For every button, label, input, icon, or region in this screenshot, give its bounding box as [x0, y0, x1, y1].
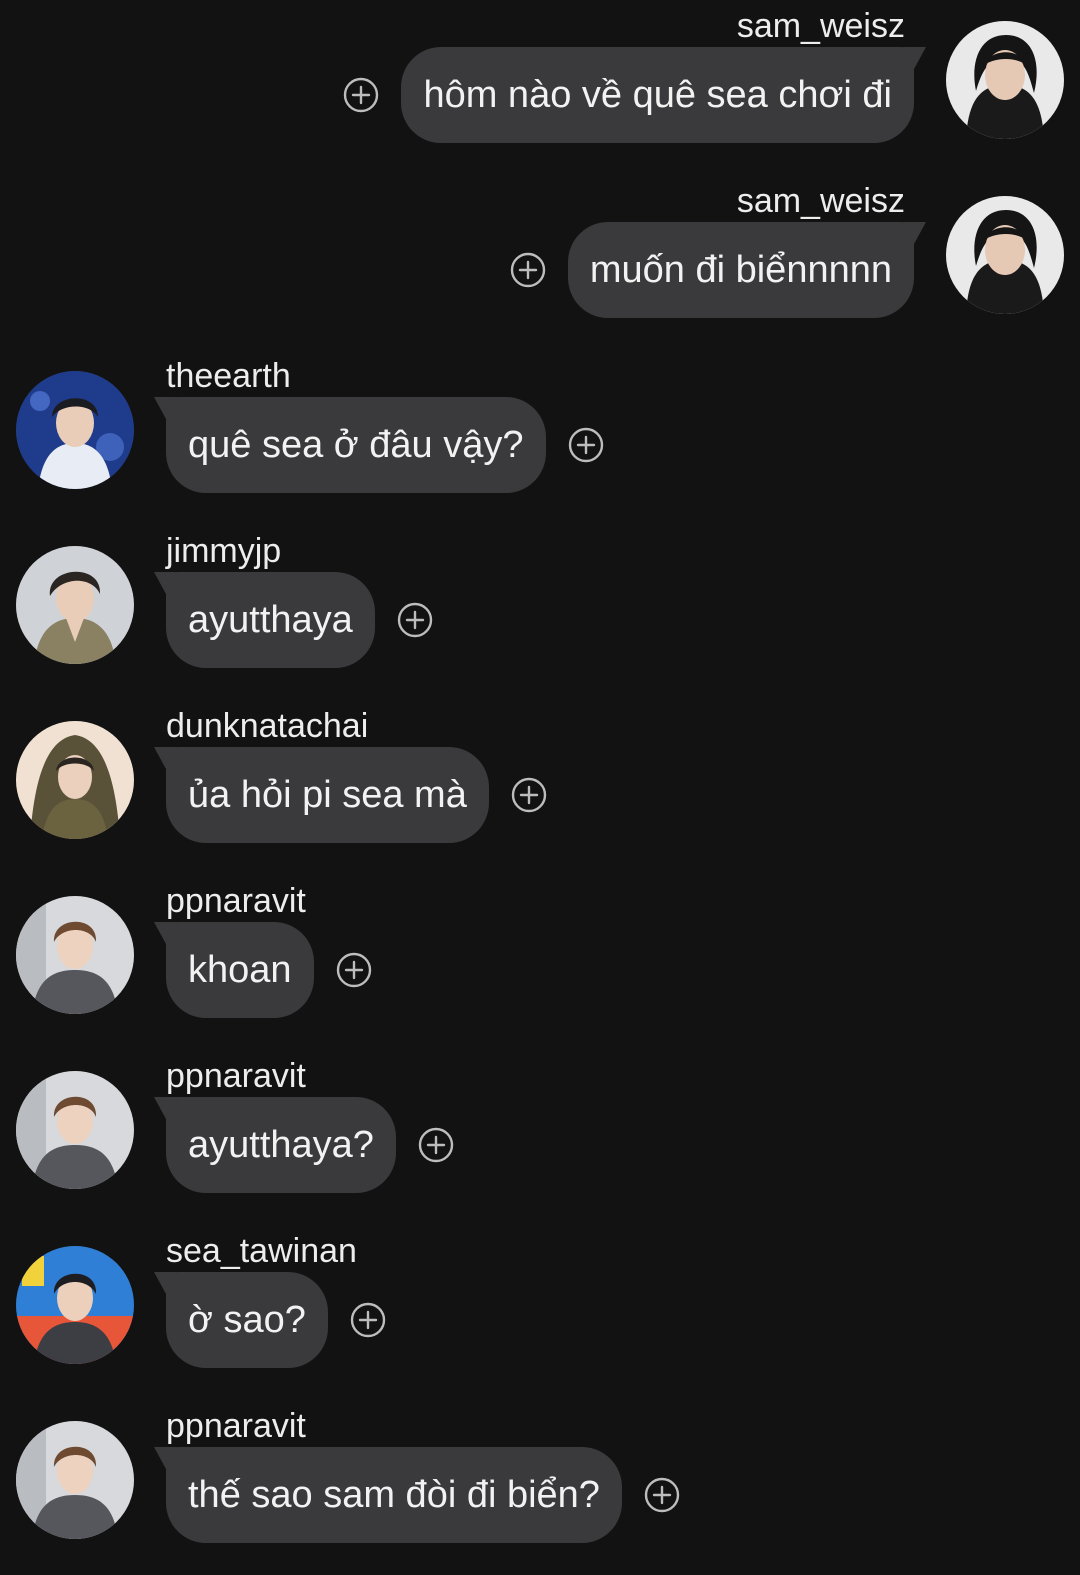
bubble-tail: [154, 572, 176, 594]
message-bubble[interactable]: quê sea ở đâu vậy?: [154, 397, 546, 493]
message-bubble[interactable]: ủa hỏi pi sea mà: [154, 747, 489, 843]
add-reaction-icon[interactable]: [336, 952, 372, 988]
avatar-image: [16, 721, 134, 839]
avatar-image: [16, 1071, 134, 1189]
avatar-image: [16, 371, 134, 489]
message-bubble[interactable]: ayutthaya: [154, 572, 375, 668]
avatar-image: [946, 21, 1064, 139]
avatar[interactable]: [16, 721, 134, 839]
avatar[interactable]: [946, 21, 1064, 139]
message-text: ờ sao?: [188, 1299, 306, 1341]
message-bubble[interactable]: ayutthaya?: [154, 1097, 396, 1193]
message-row: ppnaravit ayutthaya?: [0, 1050, 1080, 1225]
bubble-tail: [154, 397, 176, 419]
add-reaction-icon[interactable]: [568, 427, 604, 463]
add-reaction-icon[interactable]: [510, 252, 546, 288]
avatar-image: [16, 1246, 134, 1364]
bubble-tail: [154, 1097, 176, 1119]
message-text: ủa hỏi pi sea mà: [188, 774, 467, 816]
avatar[interactable]: [946, 196, 1064, 314]
avatar[interactable]: [16, 896, 134, 1014]
bubble-tail: [154, 747, 176, 769]
message-row: jimmyjp ayutthaya: [0, 525, 1080, 700]
message-row: ppnaravit khoan: [0, 875, 1080, 1050]
add-reaction-icon[interactable]: [511, 777, 547, 813]
sender-username[interactable]: ppnaravit: [166, 1406, 306, 1446]
add-reaction-icon[interactable]: [418, 1127, 454, 1163]
add-reaction-icon[interactable]: [397, 602, 433, 638]
add-reaction-icon[interactable]: [644, 1477, 680, 1513]
avatar-image: [16, 896, 134, 1014]
message-text: ayutthaya?: [188, 1124, 374, 1166]
sender-username[interactable]: theearth: [166, 356, 291, 396]
message-row: dunknatachai ủa hỏi pi sea mà: [0, 700, 1080, 875]
bubble-tail: [154, 1447, 176, 1469]
sender-username[interactable]: sam_weisz: [737, 181, 905, 221]
avatar-image: [16, 546, 134, 664]
message-text: khoan: [188, 949, 292, 991]
add-reaction-icon[interactable]: [350, 1302, 386, 1338]
message-text: ayutthaya: [188, 599, 353, 641]
message-text: thế sao sam đòi đi biển?: [188, 1474, 600, 1516]
sender-username[interactable]: ppnaravit: [166, 1056, 306, 1096]
message-text: hôm nào về quê sea chơi đi: [423, 74, 892, 116]
bubble-tail: [154, 922, 176, 944]
message-bubble[interactable]: muốn đi biểnnnnn: [567, 222, 926, 318]
message-bubble[interactable]: hôm nào về quê sea chơi đi: [401, 47, 926, 143]
message-text: quê sea ở đâu vậy?: [188, 424, 524, 466]
avatar-image: [946, 196, 1064, 314]
avatar[interactable]: [16, 371, 134, 489]
avatar[interactable]: [16, 1421, 134, 1539]
avatar-image: [16, 1421, 134, 1539]
message-bubble[interactable]: ờ sao?: [154, 1272, 328, 1368]
message-bubble[interactable]: khoan: [154, 922, 314, 1018]
avatar[interactable]: [16, 546, 134, 664]
add-reaction-icon[interactable]: [343, 77, 379, 113]
chat-thread[interactable]: sam_weisz hôm nào về quê sea chơi đi sam…: [0, 0, 1080, 1567]
sender-username[interactable]: ppnaravit: [166, 881, 306, 921]
sender-username[interactable]: sea_tawinan: [166, 1231, 357, 1271]
bubble-tail: [154, 1272, 176, 1294]
message-row: theearth quê sea ở đâu vậy?: [0, 350, 1080, 525]
message-bubble[interactable]: thế sao sam đòi đi biển?: [154, 1447, 622, 1543]
message-row: sea_tawinan ờ sao?: [0, 1225, 1080, 1400]
sender-username[interactable]: jimmyjp: [166, 531, 281, 571]
sender-username[interactable]: dunknatachai: [166, 706, 368, 746]
avatar[interactable]: [16, 1071, 134, 1189]
message-row: sam_weisz hôm nào về quê sea chơi đi: [0, 0, 1080, 175]
bubble-tail: [904, 47, 926, 69]
message-row: sam_weisz muốn đi biểnnnnn: [0, 175, 1080, 350]
avatar[interactable]: [16, 1246, 134, 1364]
bubble-tail: [904, 222, 926, 244]
message-row: ppnaravit thế sao sam đòi đi biển?: [0, 1400, 1080, 1575]
message-text: muốn đi biểnnnnn: [589, 249, 892, 291]
sender-username[interactable]: sam_weisz: [737, 6, 905, 46]
